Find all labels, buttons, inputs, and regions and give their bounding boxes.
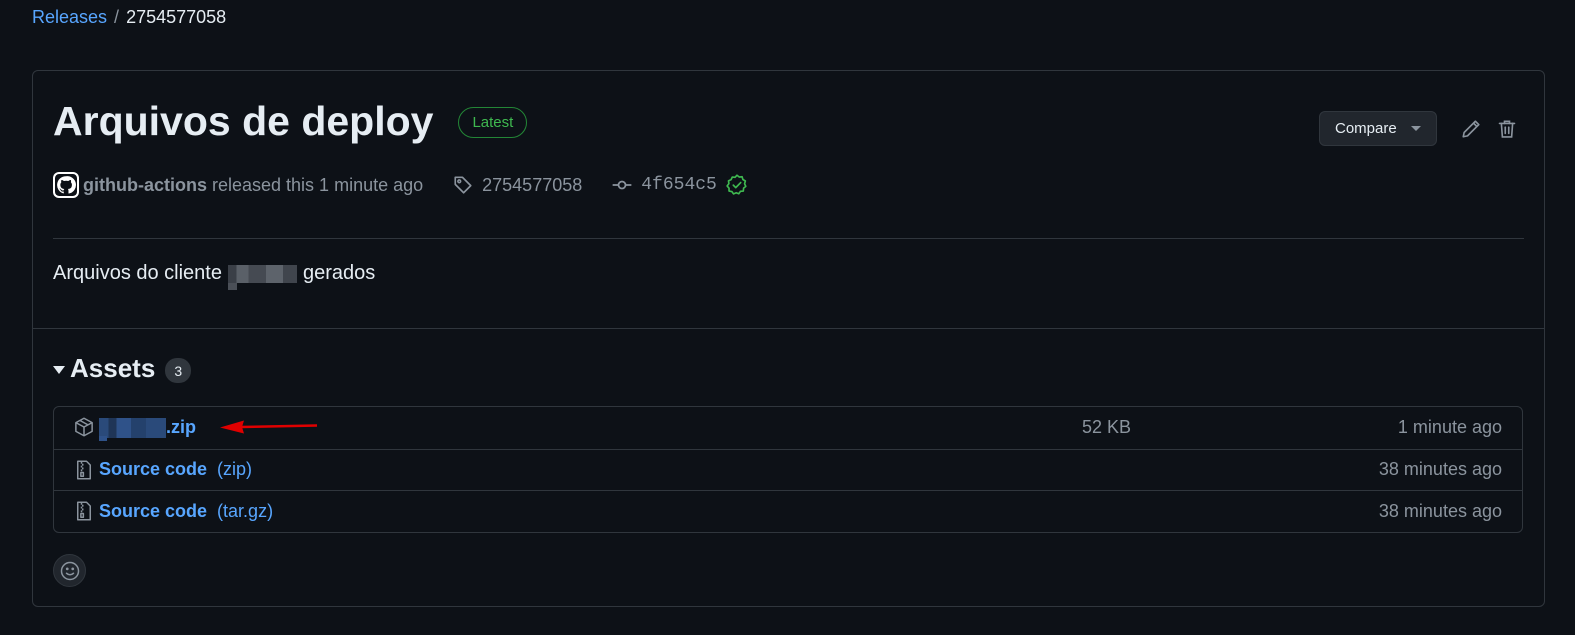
asset-time: 1 minute ago <box>1397 417 1502 438</box>
assets-list: .zip 52 KB 1 minute ago Source code (zip… <box>53 406 1523 533</box>
avatar[interactable] <box>53 172 79 198</box>
breadcrumb: Releases / 2754577058 <box>32 6 226 28</box>
tag-label: 2754577058 <box>482 174 583 195</box>
file-zip-icon <box>77 501 91 521</box>
commit-sha: 4f654c5 <box>641 175 717 195</box>
redacted-file-name <box>99 417 166 441</box>
asset-row: .zip 52 KB 1 minute ago <box>54 407 1522 449</box>
asset-row: Source code (tar.gz) 38 minutes ago <box>54 490 1522 532</box>
package-icon <box>75 417 93 437</box>
source-code-targz-link[interactable]: Source code (tar.gz) <box>99 501 273 522</box>
verified-icon <box>726 174 747 195</box>
edit-button[interactable] <box>1459 117 1483 141</box>
smiley-icon <box>60 561 79 580</box>
triangle-down-icon <box>53 366 65 374</box>
author-link[interactable]: github-actions <box>83 175 207 196</box>
tag-link[interactable]: 2754577058 <box>453 175 582 196</box>
add-reaction-button[interactable] <box>53 554 86 587</box>
release-title-row: Arquivos de deploy Latest <box>53 95 528 147</box>
latest-badge: Latest <box>458 106 528 138</box>
assets-count-badge: 3 <box>165 358 192 383</box>
file-zip-icon <box>77 460 91 479</box>
divider <box>53 238 1524 239</box>
asset-time: 38 minutes ago <box>1378 459 1502 480</box>
asset-ext: (zip) <box>217 459 253 480</box>
asset-name: Source code <box>99 459 208 480</box>
assets-toggle[interactable]: Assets 3 <box>53 353 192 384</box>
arrow-left-icon <box>220 420 318 434</box>
breadcrumb-separator: / <box>114 7 120 27</box>
description-text-end: gerados <box>302 262 376 284</box>
asset-row: Source code (zip) 38 minutes ago <box>54 448 1522 491</box>
delete-button[interactable] <box>1495 117 1519 141</box>
divider <box>33 328 1544 329</box>
asset-size: 52 KB <box>1082 417 1132 438</box>
tag-icon <box>454 176 472 194</box>
assets-heading: Assets <box>70 353 156 383</box>
chevron-down-icon <box>1411 126 1421 131</box>
release-meta: github-actions released this 1 minute ag… <box>53 171 748 199</box>
breadcrumb-current: 2754577058 <box>126 7 227 27</box>
asset-download-link[interactable]: .zip <box>99 417 196 441</box>
redacted-client-name <box>227 264 297 290</box>
asset-time: 38 minutes ago <box>1378 500 1502 521</box>
description-text-start: Arquivos do cliente <box>53 262 222 284</box>
commit-link[interactable]: 4f654c5 <box>612 174 748 196</box>
release-title: Arquivos de deploy <box>53 98 434 144</box>
trash-icon <box>1498 120 1516 138</box>
breadcrumb-releases-link[interactable]: Releases <box>32 6 107 28</box>
pencil-icon <box>1462 120 1480 138</box>
compare-button-label: Compare <box>1335 120 1397 137</box>
compare-button[interactable]: Compare <box>1319 111 1437 146</box>
released-text: released this 1 minute ago <box>212 174 424 195</box>
asset-ext: (tar.gz) <box>217 500 274 521</box>
github-logo-icon <box>55 174 77 196</box>
asset-name: Source code <box>99 500 208 521</box>
source-code-zip-link[interactable]: Source code (zip) <box>99 459 252 480</box>
git-commit-icon <box>612 180 632 190</box>
asset-name-suffix: .zip <box>166 417 196 438</box>
release-card: Arquivos de deploy Latest Compare github… <box>32 70 1545 607</box>
release-description: Arquivos do cliente gerados <box>53 262 376 290</box>
